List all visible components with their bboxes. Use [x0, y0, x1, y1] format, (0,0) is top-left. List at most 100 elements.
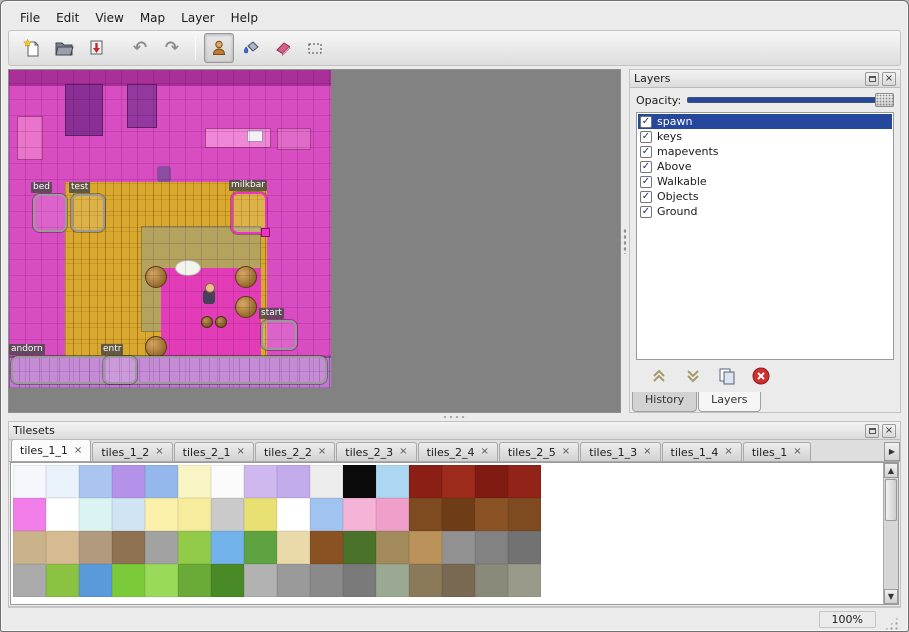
- tileset-tile[interactable]: [145, 531, 178, 564]
- tileset-tile[interactable]: [79, 465, 112, 498]
- close-tab-icon[interactable]: ×: [318, 447, 326, 457]
- tileset-tile[interactable]: [13, 564, 46, 597]
- tileset-tile[interactable]: [178, 465, 211, 498]
- tileset-tile[interactable]: [211, 564, 244, 597]
- layer-visibility-checkbox[interactable]: ✓: [640, 191, 652, 203]
- tileset-tile[interactable]: [310, 465, 343, 498]
- tileset-tile[interactable]: [343, 531, 376, 564]
- tileset-tab-tiles_1_1[interactable]: tiles_1_1×: [11, 440, 91, 461]
- map-object-andorn[interactable]: [11, 356, 327, 384]
- tileset-tile[interactable]: [178, 564, 211, 597]
- tileset-tile[interactable]: [508, 531, 541, 564]
- dock-tab-history[interactable]: History: [632, 392, 697, 412]
- tileset-tile[interactable]: [112, 564, 145, 597]
- tileset-tile[interactable]: [409, 564, 442, 597]
- map-object-start[interactable]: [261, 320, 297, 350]
- opacity-slider[interactable]: [687, 93, 894, 107]
- lower-layer-button[interactable]: [682, 365, 704, 387]
- save-button[interactable]: [81, 33, 111, 63]
- tileset-tile[interactable]: [112, 531, 145, 564]
- scrollbar-track[interactable]: [884, 522, 898, 589]
- tileset-tile[interactable]: [475, 498, 508, 531]
- tileset-tile[interactable]: [376, 498, 409, 531]
- tileset-tab-tiles_1_4[interactable]: tiles_1_4×: [662, 442, 742, 461]
- menu-edit[interactable]: Edit: [48, 9, 87, 27]
- horizontal-splitter[interactable]: [8, 413, 901, 421]
- close-panel-button[interactable]: ×: [882, 424, 896, 438]
- float-panel-button[interactable]: [865, 424, 879, 438]
- tileset-tile[interactable]: [211, 531, 244, 564]
- menu-layer[interactable]: Layer: [173, 9, 222, 27]
- tileset-tile[interactable]: [145, 465, 178, 498]
- menu-view[interactable]: View: [87, 9, 131, 27]
- close-tab-icon[interactable]: ×: [793, 447, 801, 457]
- tileset-tile[interactable]: [376, 531, 409, 564]
- scroll-up-button[interactable]: ▲: [884, 463, 898, 478]
- tileset-tile[interactable]: [46, 465, 79, 498]
- close-tab-icon[interactable]: ×: [237, 447, 245, 457]
- tileset-tab-tiles_2_3[interactable]: tiles_2_3×: [336, 442, 416, 461]
- tileset-tile[interactable]: [343, 498, 376, 531]
- tileset-tile[interactable]: [79, 498, 112, 531]
- layer-row-walkable[interactable]: ✓Walkable: [638, 174, 892, 189]
- map-view[interactable]: bedtestmilkbarstartandornentr: [8, 69, 621, 413]
- close-tab-icon[interactable]: ×: [399, 447, 407, 457]
- resize-grip[interactable]: [884, 616, 899, 631]
- tileset-tile[interactable]: [244, 498, 277, 531]
- map-object-test[interactable]: [71, 194, 105, 232]
- tileset-tile[interactable]: [277, 465, 310, 498]
- map-object-entr[interactable]: [103, 356, 137, 384]
- close-panel-button[interactable]: ×: [882, 72, 896, 86]
- float-panel-button[interactable]: [865, 72, 879, 86]
- tileset-tile[interactable]: [277, 498, 310, 531]
- layer-visibility-checkbox[interactable]: ✓: [640, 131, 652, 143]
- tileset-tile[interactable]: [442, 564, 475, 597]
- tileset-tile[interactable]: [211, 498, 244, 531]
- tileset-tile[interactable]: [277, 531, 310, 564]
- select-tool-button[interactable]: [300, 33, 330, 63]
- tileset-tile[interactable]: [310, 498, 343, 531]
- map-object-milkbar[interactable]: [231, 192, 267, 234]
- tileset-tile[interactable]: [79, 564, 112, 597]
- tileset-tile[interactable]: [244, 564, 277, 597]
- layer-row-above[interactable]: ✓Above: [638, 159, 892, 174]
- layer-row-mapevents[interactable]: ✓mapevents: [638, 144, 892, 159]
- tileset-tile[interactable]: [46, 564, 79, 597]
- close-tab-icon[interactable]: ×: [74, 446, 82, 456]
- tileset-tile[interactable]: [244, 531, 277, 564]
- scroll-tabs-right-button[interactable]: ▶: [884, 442, 900, 461]
- tileset-tab-tiles_2_2[interactable]: tiles_2_2×: [255, 442, 335, 461]
- tileset-tab-tiles_2_1[interactable]: tiles_2_1×: [174, 442, 254, 461]
- tileset-tile[interactable]: [508, 564, 541, 597]
- close-tab-icon[interactable]: ×: [724, 447, 732, 457]
- tileset-tile[interactable]: [475, 465, 508, 498]
- tileset-tile[interactable]: [409, 498, 442, 531]
- tileset-tile[interactable]: [244, 465, 277, 498]
- tileset-tile[interactable]: [376, 465, 409, 498]
- close-tab-icon[interactable]: ×: [480, 447, 488, 457]
- eraser-tool-button[interactable]: [268, 33, 298, 63]
- vertical-splitter[interactable]: [621, 69, 629, 413]
- tileset-tile[interactable]: [442, 465, 475, 498]
- layer-visibility-checkbox[interactable]: ✓: [640, 161, 652, 173]
- map-object-bed[interactable]: [33, 194, 67, 232]
- tileset-tile[interactable]: [475, 531, 508, 564]
- tileset-tile[interactable]: [112, 465, 145, 498]
- layer-row-spawn[interactable]: ✓spawn: [638, 114, 892, 129]
- tileset-scrollbar[interactable]: ▲ ▼: [883, 463, 898, 604]
- tileset-tile[interactable]: [13, 531, 46, 564]
- close-tab-icon[interactable]: ×: [562, 447, 570, 457]
- tileset-tile[interactable]: [310, 564, 343, 597]
- tileset-tile[interactable]: [409, 531, 442, 564]
- tileset-tile[interactable]: [13, 498, 46, 531]
- layer-visibility-checkbox[interactable]: ✓: [640, 206, 652, 218]
- layer-row-ground[interactable]: ✓Ground: [638, 204, 892, 219]
- fill-tool-button[interactable]: [236, 33, 266, 63]
- tileset-tile[interactable]: [310, 531, 343, 564]
- layer-row-keys[interactable]: ✓keys: [638, 129, 892, 144]
- dock-tab-layers[interactable]: Layers: [698, 392, 760, 412]
- tileset-tile[interactable]: [475, 564, 508, 597]
- map-canvas[interactable]: bedtestmilkbarstartandornentr: [9, 70, 331, 388]
- menu-map[interactable]: Map: [132, 9, 173, 27]
- layer-row-objects[interactable]: ✓Objects: [638, 189, 892, 204]
